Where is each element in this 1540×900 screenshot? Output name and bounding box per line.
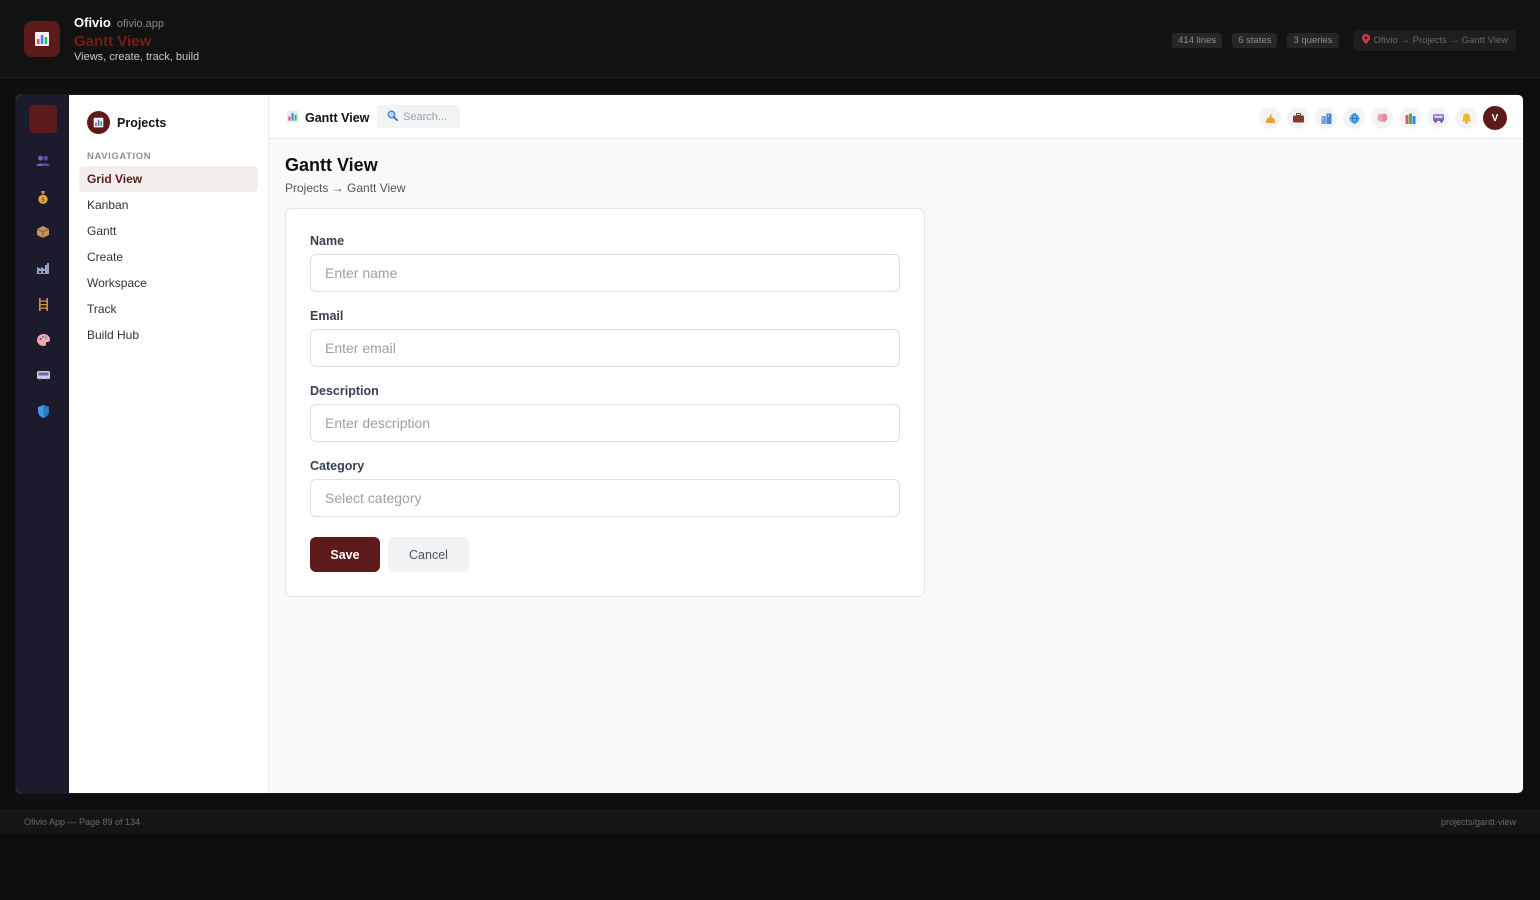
ladder-icon[interactable] xyxy=(34,295,52,313)
globe-icon[interactable] xyxy=(1343,107,1365,129)
sidebar-item-build-hub[interactable]: Build Hub xyxy=(79,322,258,348)
form-card: Name Email Description Category Save Can… xyxy=(285,208,925,597)
sidebar-item-gantt[interactable]: Gantt xyxy=(79,218,258,244)
location-breadcrumb: Ofivio → Projects → Gantt View xyxy=(1353,30,1516,51)
sidebar-item-workspace[interactable]: Workspace xyxy=(79,270,258,296)
sidebar-header: Projects xyxy=(87,111,166,134)
topbar-title-text: Gantt View xyxy=(305,111,370,125)
app-banner: Ofivio ofivio.app Gantt View Views, crea… xyxy=(0,0,1540,78)
app-window: $ Projects NAVIGATION Grid View Kanban G… xyxy=(16,95,1523,793)
search-icon xyxy=(387,110,399,124)
footer-page-info: Ofivio App — Page 89 of 134 xyxy=(24,817,141,827)
sidebar-section-label: NAVIGATION xyxy=(87,151,152,162)
bus-icon[interactable] xyxy=(1427,107,1449,129)
briefcase-icon[interactable] xyxy=(1287,107,1309,129)
books-icon[interactable] xyxy=(1399,107,1421,129)
save-button[interactable]: Save xyxy=(310,537,380,572)
palette-icon[interactable] xyxy=(34,331,52,349)
cancel-button[interactable]: Cancel xyxy=(388,537,469,572)
sidebar-title: Projects xyxy=(117,115,167,130)
factory-icon[interactable] xyxy=(34,259,52,277)
category-select[interactable] xyxy=(310,479,900,517)
svg-text:$: $ xyxy=(41,196,45,203)
main-content: Gantt View Search... V Gantt View Projec… xyxy=(269,95,1523,793)
name-label: Name xyxy=(310,234,345,248)
shield-icon[interactable] xyxy=(34,402,52,420)
sidebar-item-grid-view[interactable]: Grid View xyxy=(79,166,258,192)
lines-count-badge: 414 lines xyxy=(1172,32,1223,48)
description-label: Description xyxy=(310,384,379,398)
users-icon[interactable] xyxy=(34,152,52,170)
buildings-icon[interactable] xyxy=(1315,107,1337,129)
name-field[interactable] xyxy=(310,254,900,292)
sidebar-item-create[interactable]: Create xyxy=(79,244,258,270)
bar-chart-icon xyxy=(286,110,299,126)
description-field[interactable] xyxy=(310,404,900,442)
brain-icon[interactable] xyxy=(1371,107,1393,129)
search-input[interactable]: Search... xyxy=(377,105,460,128)
bus-icon[interactable] xyxy=(34,367,52,385)
bar-chart-icon xyxy=(24,21,60,57)
pin-icon xyxy=(1361,34,1370,47)
topbar-title: Gantt View xyxy=(286,110,369,126)
category-label: Category xyxy=(310,459,365,473)
muscle-icon[interactable] xyxy=(1259,107,1281,129)
search-placeholder: Search... xyxy=(403,110,448,123)
states-count-badge: 6 states xyxy=(1232,32,1278,48)
user-avatar[interactable]: V xyxy=(1483,106,1507,130)
footer: Ofivio App — Page 89 of 134 projects/gan… xyxy=(0,810,1540,833)
bar-chart-icon xyxy=(87,111,110,134)
money-bag-icon[interactable]: $ xyxy=(34,188,52,206)
banner-tagline: Views, create, track, build xyxy=(74,51,200,63)
app-name: Ofivio xyxy=(74,15,111,30)
footer-route: projects/gantt-view xyxy=(1440,817,1516,827)
queries-count-badge: 3 queries xyxy=(1287,32,1339,48)
bell-icon[interactable] xyxy=(1455,107,1477,129)
app-domain: ofivio.app xyxy=(116,18,164,30)
sidebar-nav: Grid View Kanban Gantt Create Workspace … xyxy=(79,166,258,348)
top-bar: Gantt View Search... V xyxy=(269,95,1523,139)
sidebar-item-kanban[interactable]: Kanban xyxy=(79,192,258,218)
sidebar-item-track[interactable]: Track xyxy=(79,296,258,322)
sidebar: Projects NAVIGATION Grid View Kanban Gan… xyxy=(69,95,269,793)
icon-rail: $ xyxy=(16,95,69,793)
page-title: Gantt View xyxy=(285,155,378,175)
location-text: Ofivio → Projects → Gantt View xyxy=(1373,34,1508,46)
rail-logo[interactable] xyxy=(29,105,57,133)
email-field[interactable] xyxy=(310,329,900,367)
package-icon[interactable] xyxy=(34,223,52,241)
banner-page-title: Gantt View xyxy=(74,33,152,50)
breadcrumb: Projects → Gantt View xyxy=(285,181,406,195)
email-label: Email xyxy=(310,309,344,323)
topbar-actions: V xyxy=(1259,106,1507,130)
